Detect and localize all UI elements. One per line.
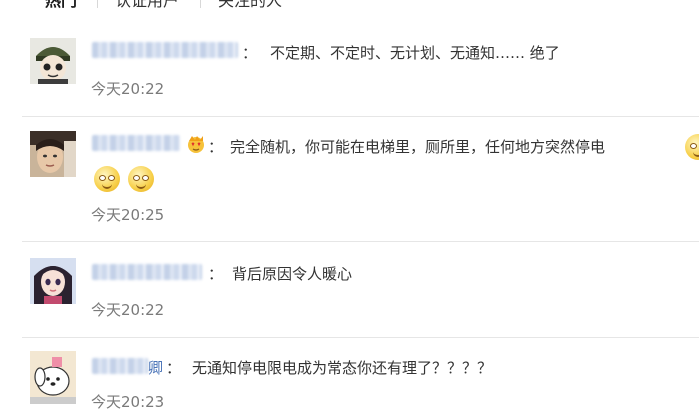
- avatar[interactable]: [30, 131, 76, 177]
- name-colon: ：: [242, 44, 258, 62]
- comment-divider: [22, 337, 699, 338]
- comment-text: 背后原因令人暖心: [232, 265, 353, 283]
- name-colon: ：: [208, 138, 224, 156]
- username-link[interactable]: [92, 42, 238, 58]
- comment-text: 无通知停电限电成为常态你还有理了？？？？: [192, 359, 493, 377]
- cartoon-boy-avatar: [30, 38, 76, 84]
- username-link[interactable]: [92, 358, 148, 374]
- tab-divider: [200, 0, 201, 8]
- comment-time[interactable]: 今天20:22: [91, 301, 164, 319]
- smile-emoji-icon: [128, 166, 154, 192]
- comment-time[interactable]: 今天20:23: [91, 393, 164, 411]
- comment-time[interactable]: 今天20:25: [91, 206, 164, 224]
- username-link[interactable]: [92, 264, 202, 280]
- pochacco-avatar: [30, 351, 76, 397]
- tab-divider: [97, 0, 98, 8]
- tab-verified-users[interactable]: 认证用户: [115, 0, 179, 12]
- name-colon: ：: [166, 359, 182, 377]
- username-tail[interactable]: 卿: [148, 359, 163, 377]
- photo-man-avatar: [30, 131, 76, 177]
- avatar[interactable]: [30, 38, 76, 84]
- comment-filter-tabs: 热门 认证用户 关注的人: [0, 0, 699, 16]
- comment-divider: [22, 241, 699, 242]
- heart-eyes-badge-icon: [188, 136, 204, 153]
- avatar[interactable]: [30, 258, 76, 304]
- smile-emoji-icon: [94, 166, 120, 192]
- name-colon: ：: [208, 265, 224, 283]
- tab-following[interactable]: 关注的人: [218, 0, 282, 12]
- anime-girl-avatar: [30, 258, 76, 304]
- comment-text: 不定期、不定时、无计划、无通知…… 绝了: [270, 44, 560, 62]
- username-link[interactable]: [92, 135, 180, 151]
- comment-time[interactable]: 今天20:22: [91, 80, 164, 98]
- comment-text: 完全随机，你可能在电梯里，厕所里，任何地方突然停电: [230, 138, 606, 156]
- comment-divider: [22, 116, 699, 117]
- smile-emoji-icon: [685, 134, 699, 160]
- tab-hot[interactable]: 热门: [45, 0, 77, 12]
- avatar[interactable]: [30, 351, 76, 404]
